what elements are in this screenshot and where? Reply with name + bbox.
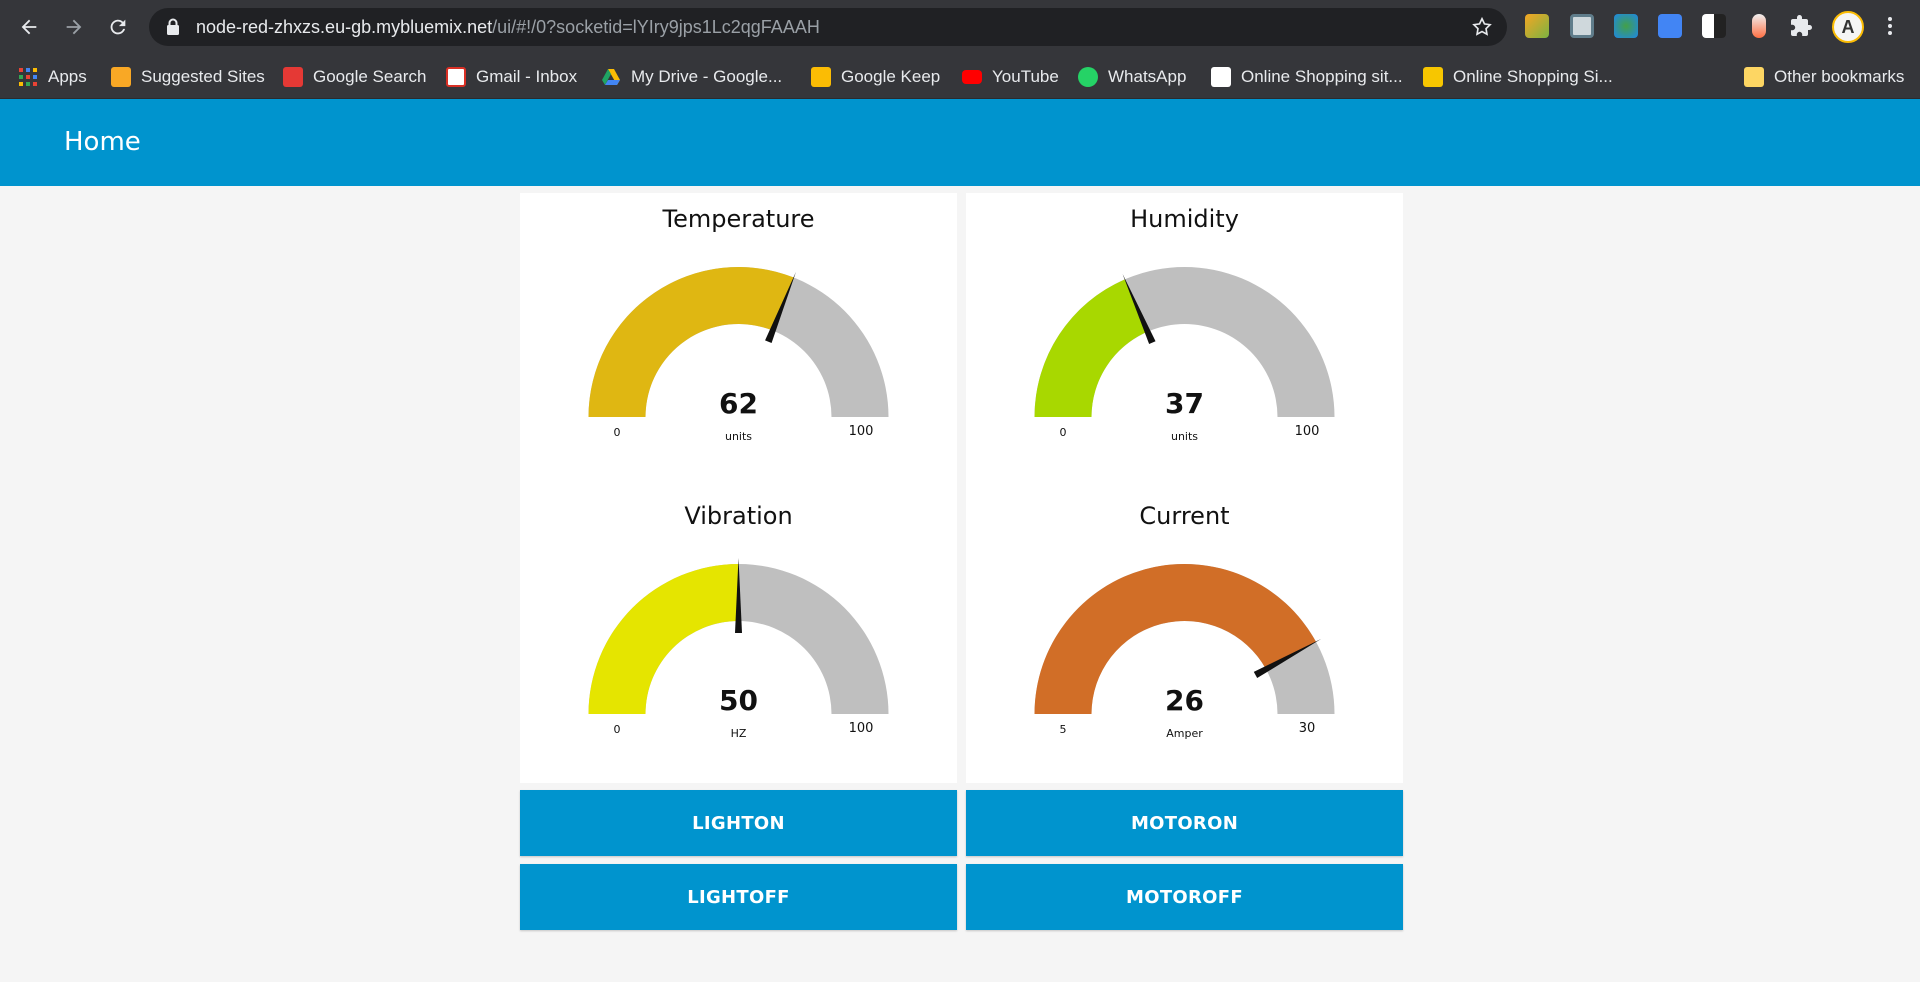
bookmark-label: Online Shopping sit... xyxy=(1241,67,1403,86)
dashboard-header: Home xyxy=(0,99,1920,186)
amazon-icon xyxy=(1211,67,1231,87)
extensions-puzzle-icon[interactable] xyxy=(1789,14,1813,38)
reload-icon xyxy=(110,19,126,35)
bookmark-label: Gmail - Inbox xyxy=(476,67,578,86)
browser-toolbar: node-red-zhxzs.eu-gb.mybluemix.net/ui/#!… xyxy=(0,0,1920,55)
gauge-units: Amper xyxy=(1166,727,1203,740)
gauge-current: 26 Amper 5 30 xyxy=(1034,563,1335,740)
extension-icon-2[interactable] xyxy=(1570,14,1594,38)
google-translate-icon[interactable] xyxy=(1658,14,1682,38)
bookmark-google-search[interactable]: Google Search xyxy=(283,55,426,99)
gmail-icon xyxy=(446,67,466,87)
bookmark-whatsapp[interactable]: WhatsApp xyxy=(1078,55,1186,99)
bookmark-youtube[interactable]: YouTube xyxy=(962,55,1059,99)
folder-icon xyxy=(1744,67,1764,87)
extension-icon-6[interactable] xyxy=(1752,14,1766,38)
bookmark-label: Online Shopping Si... xyxy=(1453,67,1613,86)
google-keep-icon xyxy=(811,67,831,87)
gauge-value: 37 xyxy=(1165,387,1204,420)
url-host: node-red-zhxzs.eu-gb.mybluemix.net xyxy=(196,17,493,37)
gauge-units: HZ xyxy=(731,727,747,740)
bookmark-suggested-sites[interactable]: Suggested Sites xyxy=(111,55,265,99)
bookmark-label: Other bookmarks xyxy=(1774,67,1905,86)
extension-icon-1[interactable] xyxy=(1525,14,1549,38)
flipkart-icon xyxy=(1423,67,1443,87)
gauge-units: units xyxy=(725,430,752,443)
bookmark-label: WhatsApp xyxy=(1108,67,1187,86)
gauge-temperature: 62 units 0 100 xyxy=(588,267,889,443)
bookmark-my-drive[interactable]: My Drive - Google... xyxy=(601,55,782,99)
reload-button[interactable] xyxy=(101,12,135,42)
gauge-min: 0 xyxy=(1060,426,1067,439)
menu-kebab-icon[interactable] xyxy=(1878,14,1902,38)
light-on-button[interactable]: LIGHTON xyxy=(520,790,957,856)
gauge-max: 100 xyxy=(849,424,874,439)
gauge-units: units xyxy=(1171,430,1198,443)
url-text: node-red-zhxzs.eu-gb.mybluemix.net/ui/#!… xyxy=(196,17,820,38)
bookmark-label: Apps xyxy=(48,67,87,86)
forward-button[interactable] xyxy=(57,12,91,42)
youtube-icon xyxy=(962,70,982,84)
gauge-min: 5 xyxy=(1060,723,1067,736)
arrow-right-icon xyxy=(66,19,82,35)
gauge-value: 50 xyxy=(719,684,758,717)
address-bar[interactable]: node-red-zhxzs.eu-gb.mybluemix.net/ui/#!… xyxy=(149,8,1507,46)
extension-icon-3[interactable] xyxy=(1614,14,1638,38)
bookmark-other-bookmarks[interactable]: Other bookmarks xyxy=(1744,55,1904,99)
bookmark-apps[interactable]: Apps xyxy=(18,55,87,99)
extension-icon-5[interactable] xyxy=(1702,14,1726,38)
bookmark-label: Google Search xyxy=(313,67,427,86)
google-drive-icon xyxy=(602,69,620,85)
bookmark-label: My Drive - Google... xyxy=(631,67,783,86)
gauge-max: 100 xyxy=(1295,424,1320,439)
bookmark-label: Suggested Sites xyxy=(141,67,265,86)
gauge-min: 0 xyxy=(614,723,621,736)
gauge-value: 26 xyxy=(1165,684,1204,717)
gauge-min: 0 xyxy=(614,426,621,439)
bookmark-gmail[interactable]: Gmail - Inbox xyxy=(446,55,577,99)
bookmarks-bar: Apps Suggested Sites Google Search Gmail… xyxy=(0,55,1920,143)
bookmark-online-shopping-2[interactable]: Online Shopping Si... xyxy=(1423,55,1613,99)
bookmark-label: Google Keep xyxy=(841,67,941,86)
motor-off-button[interactable]: MOTOROFF xyxy=(966,864,1403,930)
google-search-icon xyxy=(283,67,303,87)
profile-avatar[interactable]: A xyxy=(1832,11,1864,43)
bookmark-google-keep[interactable]: Google Keep xyxy=(811,55,940,99)
bookmark-star-icon[interactable] xyxy=(1471,16,1493,38)
gauge-title-current: Current xyxy=(1139,502,1230,530)
gauge-fill xyxy=(588,564,739,714)
apps-grid-icon xyxy=(19,68,37,86)
gauge-title-humidity: Humidity xyxy=(1130,205,1239,233)
back-button[interactable] xyxy=(12,12,46,42)
gauge-fill xyxy=(588,267,794,417)
gauge-humidity: 37 units 0 100 xyxy=(1034,267,1335,443)
gauge-max: 30 xyxy=(1299,721,1316,736)
gauge-title-temperature: Temperature xyxy=(662,205,815,233)
arrow-left-icon xyxy=(21,19,37,35)
bookmark-label: YouTube xyxy=(992,67,1059,86)
light-off-button[interactable]: LIGHTOFF xyxy=(520,864,957,930)
url-path: /ui/#!/0?socketid=lYIry9jps1Lc2qgFAAAH xyxy=(492,17,820,37)
gauge-max: 100 xyxy=(849,721,874,736)
gauge-vibration: 50 HZ 0 100 xyxy=(588,558,889,740)
suggested-sites-icon xyxy=(111,67,131,87)
gauge-value: 62 xyxy=(719,387,758,420)
page-title: Home xyxy=(64,127,141,157)
gauge-fill xyxy=(1034,279,1148,417)
lock-icon xyxy=(167,18,179,35)
bookmark-online-shopping-1[interactable]: Online Shopping sit... xyxy=(1211,55,1403,99)
motor-on-button[interactable]: MOTORON xyxy=(966,790,1403,856)
gauge-title-vibration: Vibration xyxy=(684,502,793,530)
whatsapp-icon xyxy=(1078,67,1098,87)
